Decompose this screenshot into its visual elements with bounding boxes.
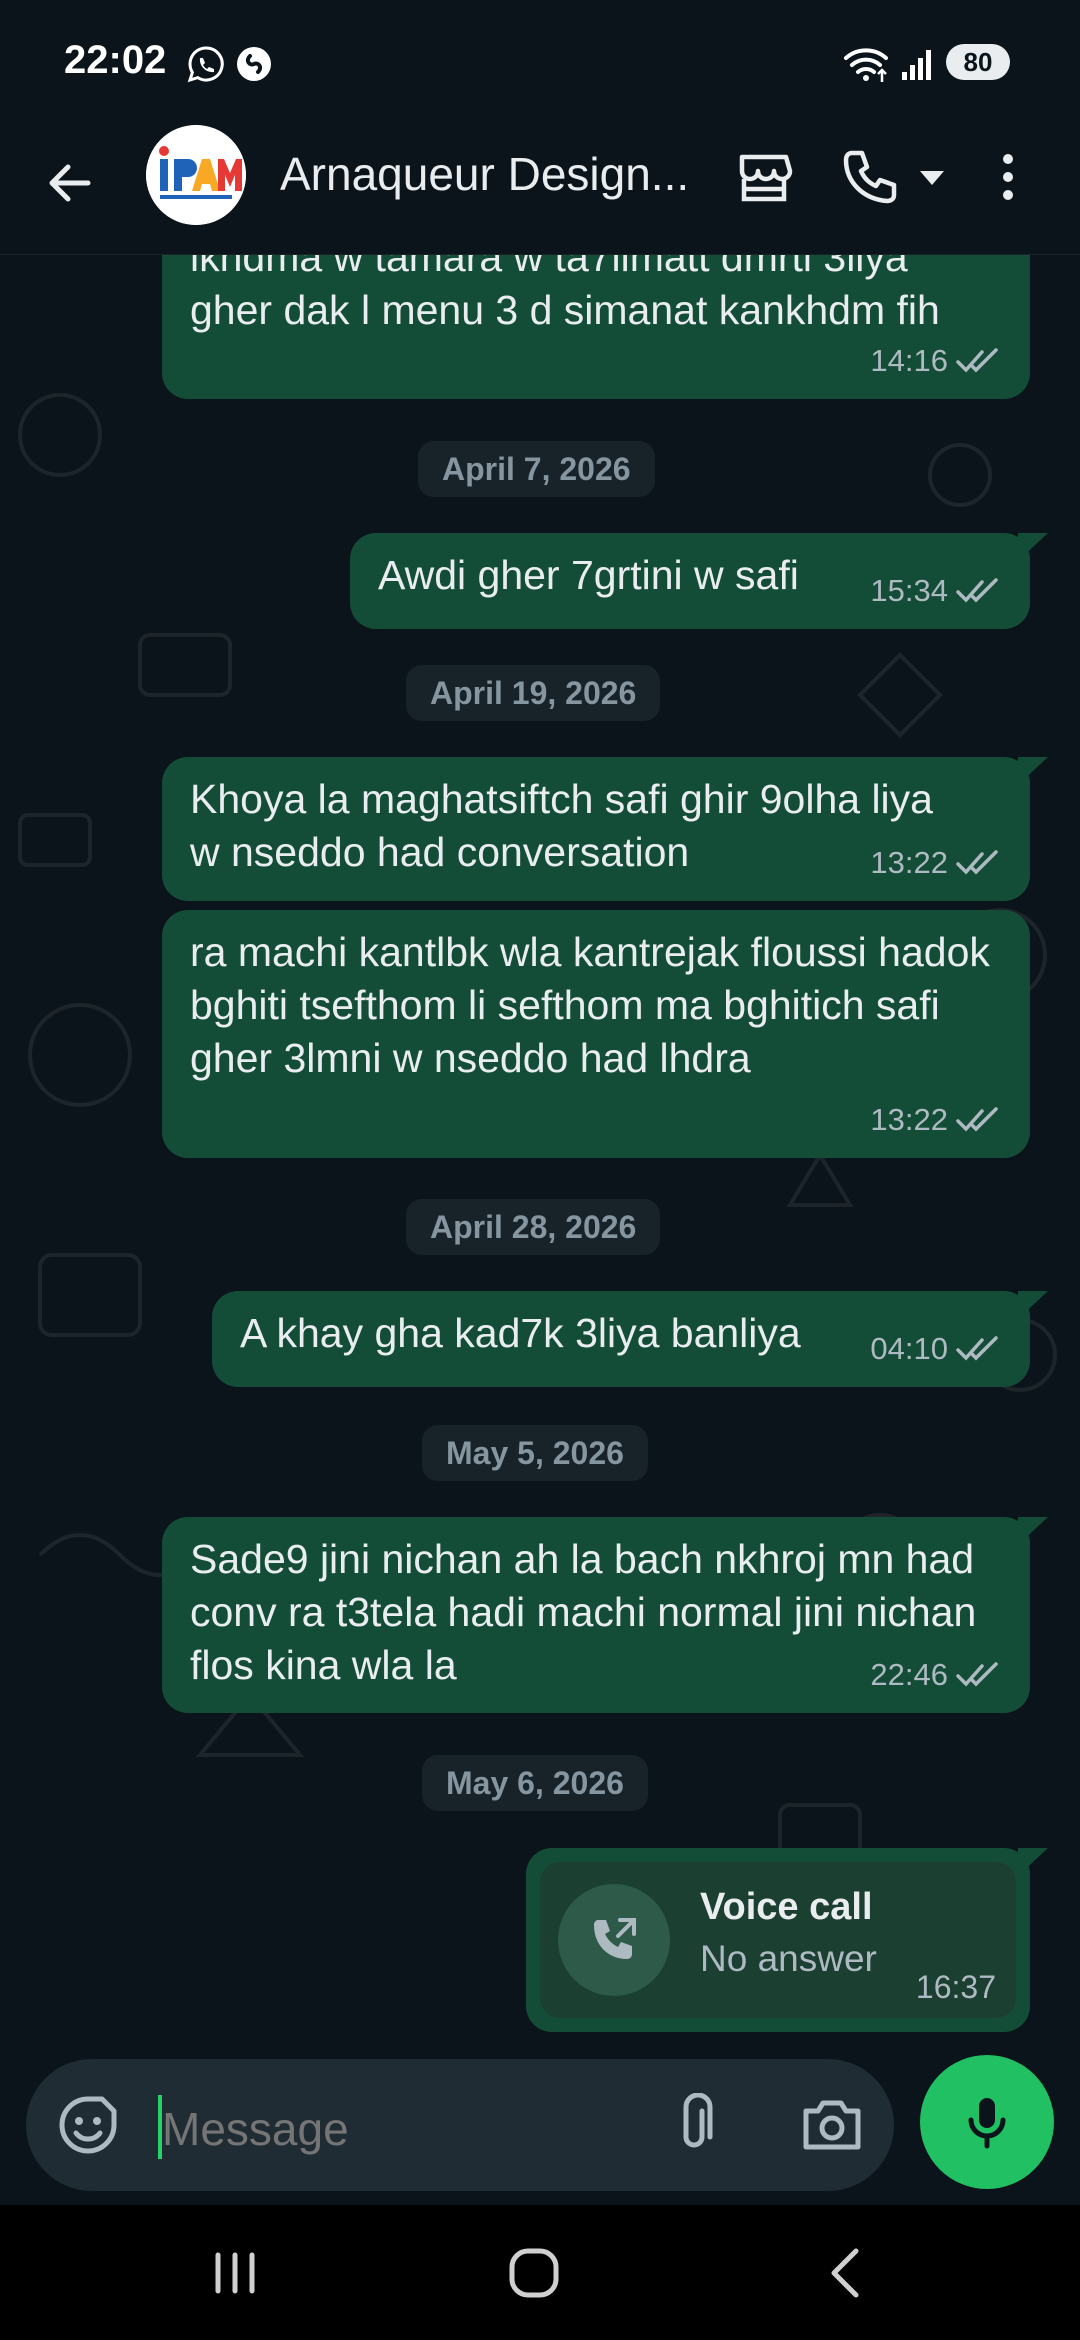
message-composer[interactable] [26,2059,894,2191]
date-separator: April 28, 2026 [406,1199,661,1255]
bubble-tail [1018,1291,1048,1319]
message-bubble-outgoing[interactable]: Sade9 jini nichan ah la bach nkhroj mn h… [162,1517,1048,1713]
message-time: 14:16 [870,343,948,378]
message-time: 15:34 [870,573,948,608]
outgoing-call-icon [594,1918,636,1959]
message-meta: 22:46 [870,1648,1004,1701]
back-arrow-icon[interactable] [40,153,100,213]
call-status: No answer [700,1938,877,1979]
double-check-icon [956,347,998,373]
call-icon-circle [558,1884,670,1996]
message-text: Khoya la maghatsiftch safi ghir 9olha li… [190,776,933,875]
bubble-tail [1018,757,1048,785]
bubble-tail [1018,533,1048,561]
voice-call-bubble[interactable]: Voice call No answer 16:37 [526,1848,1048,2032]
date-separator: May 6, 2026 [422,1755,648,1811]
call-time: 16:37 [915,1969,996,2005]
message-meta: 13:22 [870,1093,1004,1146]
whatsapp-notification-icon [187,46,224,83]
message-meta: 14:16 [870,334,1004,387]
message-list[interactable]: lkhdma w tamara w ta7limatt dmrti 3liya … [0,255,1080,2055]
double-check-icon [956,849,998,875]
shazam-icon [237,47,271,81]
store-icon[interactable] [732,145,796,209]
message-partial-line: lkhdma w tamara w ta7limatt dmrti 3liya [190,255,908,280]
home-icon[interactable] [500,2243,570,2303]
mic-icon [968,2098,1006,2149]
message-time: 04:10 [870,1331,948,1366]
chat-header: Arnaqueur Design... [0,125,1080,255]
bubble-tail [1018,1517,1048,1545]
phone-icon[interactable] [838,145,902,209]
double-check-icon [956,577,998,603]
double-check-icon [956,1106,998,1132]
more-vert-icon[interactable] [988,145,1028,209]
date-separator: April 7, 2026 [418,441,655,497]
recents-icon[interactable] [200,2243,270,2303]
chat-title[interactable]: Arnaqueur Design... [280,147,700,201]
message-bubble-outgoing[interactable]: lkhdma w tamara w ta7limatt dmrti 3liya … [162,255,1030,399]
message-bubble-outgoing[interactable]: Khoya la maghatsiftch safi ghir 9olha li… [162,757,1048,901]
message-meta: 13:22 [870,836,1004,889]
ipam-logo-icon [146,125,246,225]
sticker-emoji-icon[interactable] [56,2093,120,2157]
battery-indicator: 80 [946,44,1010,80]
camera-icon[interactable] [798,2093,866,2157]
double-check-icon [956,1335,998,1361]
message-time: 13:22 [870,1102,948,1137]
message-text: ra machi kantlbk wla kantrejak floussi h… [190,929,990,1081]
system-nav-bar [0,2205,1080,2340]
date-separator: April 19, 2026 [406,665,661,721]
attach-icon[interactable] [662,2093,726,2157]
message-input[interactable] [162,2099,462,2159]
message-bubble-outgoing[interactable]: ra machi kantlbk wla kantrejak floussi h… [162,910,1030,1158]
back-nav-icon[interactable] [810,2243,880,2303]
bubble-tail [1018,1848,1048,1876]
composer-bar [0,2055,1080,2205]
signal-icon [902,50,931,80]
message-bubble-outgoing[interactable]: A khay gha kad7k 3liya banliya 04:10 [212,1291,1048,1387]
message-meta: 04:10 [870,1322,1004,1375]
message-time: 13:22 [870,845,948,880]
status-time: 22:02 [64,38,167,82]
message-text: gher dak l menu 3 d simanat kankhdm fih [190,287,940,333]
date-separator: May 5, 2026 [422,1425,648,1481]
dropdown-icon[interactable] [912,145,952,209]
message-time: 22:46 [870,1657,948,1692]
contact-avatar[interactable] [146,125,246,225]
double-check-icon [956,1661,998,1687]
voice-call-card: Voice call No answer 16:37 [540,1862,1016,2018]
status-bar: 22:02 80 [0,0,1080,125]
message-meta: 15:34 [870,564,1004,617]
mic-button[interactable] [920,2055,1054,2189]
call-title: Voice call [700,1886,873,1928]
wifi-icon [844,48,888,82]
message-bubble-outgoing[interactable]: Awdi gher 7grtini w safi 15:34 [350,533,1048,629]
